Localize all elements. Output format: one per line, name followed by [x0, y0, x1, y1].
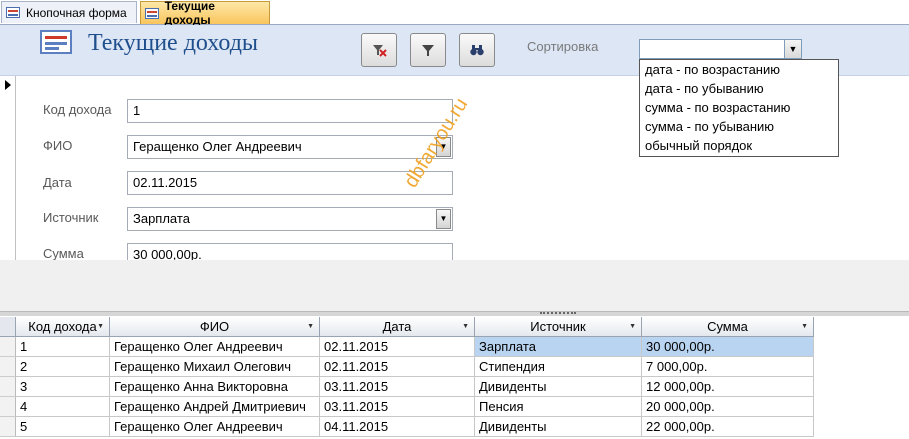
source-value: Зарплата	[133, 211, 190, 226]
sort-arrow-icon[interactable]: ▼	[97, 317, 104, 336]
filter-button[interactable]	[410, 33, 446, 67]
table-cell[interactable]: 1	[16, 337, 110, 357]
sort-arrow-icon[interactable]: ▼	[462, 317, 469, 336]
column-header-fio[interactable]: ФИО ▼	[110, 317, 320, 337]
table-cell[interactable]: 03.11.2015	[320, 397, 475, 417]
sort-option[interactable]: сумма - по убыванию	[640, 117, 838, 136]
column-header-sum[interactable]: Сумма ▼	[642, 317, 814, 337]
find-binoculars-icon	[470, 45, 484, 56]
sort-arrow-icon[interactable]: ▼	[629, 317, 636, 336]
form-icon	[6, 7, 20, 18]
sort-label: Сортировка	[527, 39, 599, 54]
sort-option[interactable]: сумма - по возрастанию	[640, 98, 838, 117]
table-cell[interactable]: Дивиденты	[475, 417, 642, 437]
remove-filter-icon	[373, 45, 387, 57]
tab-switchboard[interactable]: Кнопочная форма	[1, 1, 137, 23]
table-cell[interactable]: 3	[16, 377, 110, 397]
sort-arrow-icon[interactable]: ▼	[307, 317, 314, 336]
source-label: Источник	[43, 210, 99, 225]
find-button[interactable]	[459, 33, 495, 67]
code-label: Код дохода	[43, 102, 112, 117]
row-selector[interactable]	[0, 397, 16, 417]
sort-option[interactable]: дата - по убыванию	[640, 79, 838, 98]
select-all-corner[interactable]	[0, 317, 16, 337]
sort-option[interactable]: дата - по возрастанию	[640, 60, 838, 79]
form-icon	[145, 7, 159, 19]
document-tab-bar: Кнопочная форма Текущие доходы	[0, 0, 909, 27]
table-cell[interactable]: 30 000,00р.	[642, 337, 814, 357]
table-cell[interactable]: 5	[16, 417, 110, 437]
page-title: Текущие доходы	[88, 30, 259, 56]
fio-label: ФИО	[43, 138, 73, 153]
table-cell[interactable]: Геращенко Андрей Дмитриевич	[110, 397, 320, 417]
splitter-grip-icon[interactable]	[540, 312, 576, 316]
table-cell[interactable]: 2	[16, 357, 110, 377]
table-cell[interactable]: 4	[16, 397, 110, 417]
tab-label: Текущие доходы	[164, 0, 215, 27]
filter-icon	[422, 45, 434, 56]
row-selector[interactable]	[0, 377, 16, 397]
datasheet: Код дохода ▼ ФИО ▼ Дата ▼ Источник ▼ Сумма ▼ …	[0, 317, 909, 439]
record-selector[interactable]	[0, 76, 16, 260]
column-header-date[interactable]: Дата ▼	[320, 317, 475, 337]
sort-option[interactable]: обычный порядок	[640, 136, 838, 155]
table-cell[interactable]: 02.11.2015	[320, 357, 475, 377]
column-header-code[interactable]: Код дохода ▼	[16, 317, 110, 337]
chevron-down-icon[interactable]: ▼	[784, 40, 801, 58]
fio-combobox[interactable]: Геращенко Олег Андреевич ▼	[127, 135, 453, 159]
current-record-icon	[5, 80, 11, 90]
table-cell[interactable]: 04.11.2015	[320, 417, 475, 437]
sum-field[interactable]: 30 000,00р.	[127, 243, 453, 260]
sort-arrow-icon[interactable]: ▼	[801, 317, 808, 336]
table-cell[interactable]: Зарплата	[475, 337, 642, 357]
table-cell[interactable]: Геращенко Олег Андреевич	[110, 417, 320, 437]
sort-dropdown-list: дата - по возрастанию дата - по убыванию…	[639, 59, 839, 157]
form-icon	[40, 30, 72, 54]
tab-label: Кнопочная форма	[26, 5, 127, 20]
table-cell[interactable]: Геращенко Михаил Олегович	[110, 357, 320, 377]
table-cell[interactable]: 03.11.2015	[320, 377, 475, 397]
table-cell[interactable]: Пенсия	[475, 397, 642, 417]
table-cell[interactable]: 02.11.2015	[320, 337, 475, 357]
fio-value: Геращенко Олег Андреевич	[133, 139, 302, 154]
date-label: Дата	[43, 175, 72, 190]
form-footer-area	[0, 260, 909, 312]
table-cell[interactable]: 7 000,00р.	[642, 357, 814, 377]
source-combobox[interactable]: Зарплата ▼	[127, 207, 453, 231]
sum-label: Сумма	[43, 246, 84, 261]
row-selector[interactable]	[0, 357, 16, 377]
table-cell[interactable]: 20 000,00р.	[642, 397, 814, 417]
tab-current-income[interactable]: Текущие доходы	[140, 0, 270, 27]
table-cell[interactable]: Геращенко Анна Викторовна	[110, 377, 320, 397]
table-cell[interactable]: Стипендия	[475, 357, 642, 377]
table-cell[interactable]: Дивиденты	[475, 377, 642, 397]
row-selector[interactable]	[0, 417, 16, 437]
chevron-down-icon[interactable]: ▼	[436, 209, 451, 229]
code-field[interactable]: 1	[127, 99, 453, 123]
sort-combobox[interactable]: ▼	[639, 39, 802, 59]
table-cell[interactable]: 22 000,00р.	[642, 417, 814, 437]
table-cell[interactable]: Геращенко Олег Андреевич	[110, 337, 320, 357]
column-header-source[interactable]: Источник ▼	[475, 317, 642, 337]
row-selector[interactable]	[0, 337, 16, 357]
split-bar[interactable]	[0, 311, 909, 316]
remove-filter-button[interactable]	[361, 33, 397, 67]
table-cell[interactable]: 12 000,00р.	[642, 377, 814, 397]
